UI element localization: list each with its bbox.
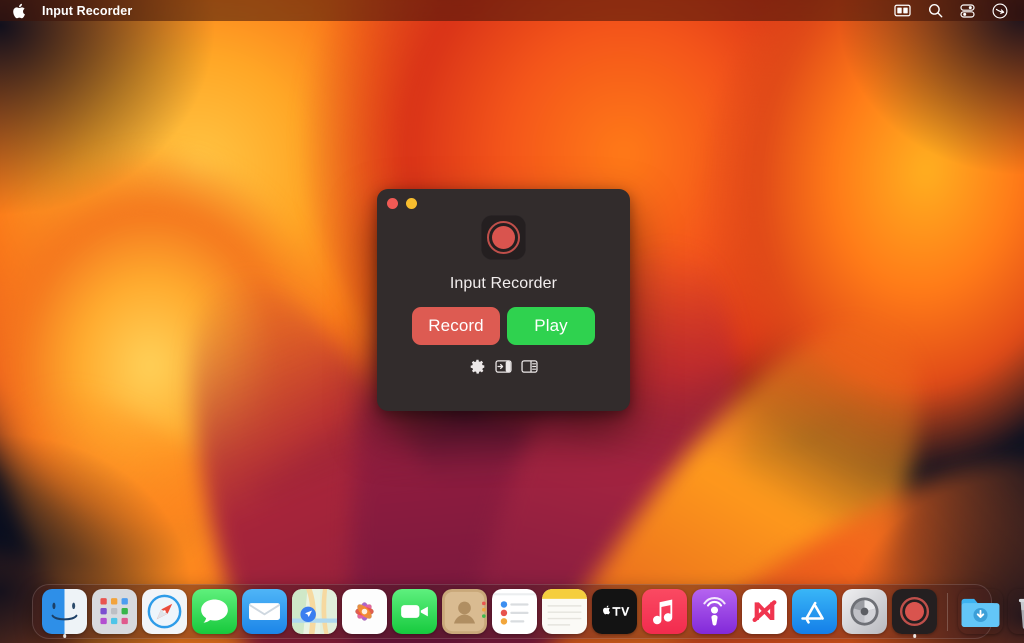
sidebar-enter-icon[interactable] [495, 358, 512, 375]
running-indicator [62, 634, 67, 638]
dock-item-messages[interactable] [191, 588, 238, 635]
record-button[interactable]: Record [412, 307, 500, 345]
split-view-icon[interactable] [521, 358, 538, 375]
dock-item-appletv[interactable] [591, 588, 638, 635]
minimize-button[interactable] [406, 198, 417, 209]
window-title: Input Recorder [449, 275, 558, 292]
dock-item-notes[interactable] [541, 588, 588, 635]
close-button[interactable] [387, 198, 398, 209]
dock-item-safari[interactable] [141, 588, 188, 635]
dock-item-maps[interactable] [291, 588, 338, 635]
search-icon[interactable] [928, 3, 943, 18]
dock-item-mail[interactable] [241, 588, 288, 635]
dock-item-finder[interactable] [41, 588, 88, 638]
dock-item-appstore[interactable] [791, 588, 838, 635]
gear-icon[interactable] [469, 358, 486, 375]
running-indicator [912, 634, 917, 638]
dock-item-system-settings[interactable] [841, 588, 888, 635]
action-button-row: Record Play [412, 307, 595, 345]
input-recorder-window[interactable]: Input Recorder Record Play [377, 189, 630, 411]
record-ring [487, 221, 520, 254]
screen-mirroring-icon[interactable] [894, 4, 911, 17]
dock-item-photos[interactable] [341, 588, 388, 635]
dock-divider [947, 592, 948, 631]
dock-item-podcasts[interactable] [691, 588, 738, 635]
dock-item-trash[interactable] [1007, 588, 1024, 635]
dock-item-launchpad[interactable] [91, 588, 138, 635]
dock-item-input-recorder[interactable] [891, 588, 938, 638]
dock-item-reminders[interactable] [491, 588, 538, 635]
play-button[interactable]: Play [507, 307, 595, 345]
record-dot [492, 226, 515, 249]
dock [32, 584, 1024, 639]
window-controls [387, 198, 417, 209]
menu-bar: Input Recorder [0, 0, 1024, 21]
siri-icon[interactable] [992, 3, 1008, 19]
dock-item-news[interactable] [741, 588, 788, 635]
dock-item-contacts[interactable] [441, 588, 488, 635]
apple-logo-icon[interactable] [12, 3, 42, 19]
dock-item-facetime[interactable] [391, 588, 438, 635]
control-center-icon[interactable] [960, 3, 975, 18]
dock-item-downloads[interactable] [957, 588, 1004, 635]
menu-bar-app-title[interactable]: Input Recorder [42, 4, 132, 18]
record-circle-icon [481, 215, 526, 260]
dock-item-music[interactable] [641, 588, 688, 635]
window-tool-row [469, 358, 538, 375]
